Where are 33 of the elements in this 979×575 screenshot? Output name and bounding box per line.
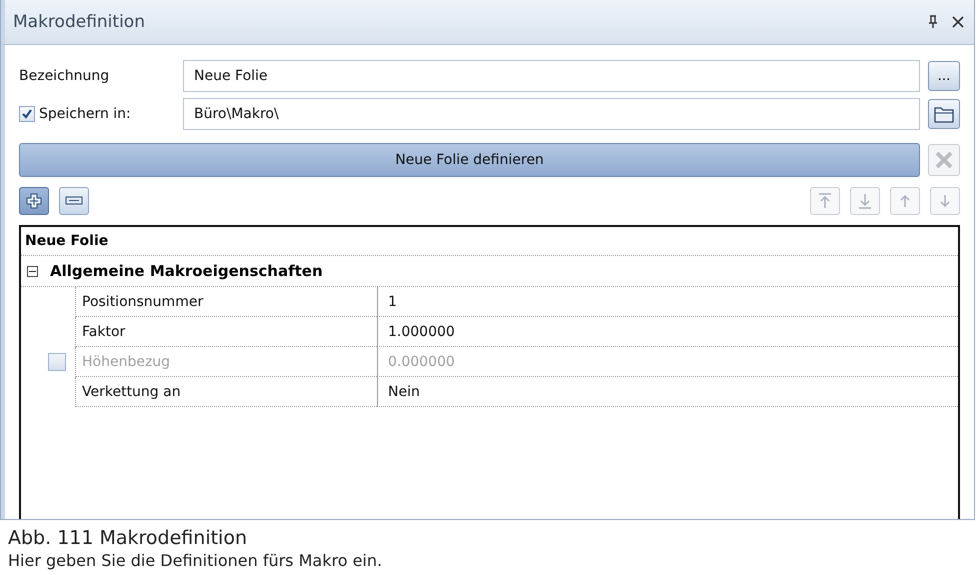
property-value[interactable]: 1.000000 (377, 317, 958, 347)
folder-button[interactable] (928, 99, 960, 129)
caption-text: Hier geben Sie die Definitionen fürs Makro ein. (8, 550, 384, 572)
input-field[interactable]: Neue Folie (183, 60, 920, 92)
checkbox[interactable] (19, 106, 35, 122)
property-name: Höhenbezug (75, 347, 377, 377)
input-field[interactable]: Büro\Makro\ (183, 98, 920, 130)
property-name: Positionsnummer (75, 287, 377, 317)
panel-title: Makrodefinition (13, 12, 145, 32)
arrow-up-icon (899, 194, 911, 208)
define-button[interactable]: Neue Folie definieren (19, 143, 920, 177)
remove-icon (65, 195, 83, 207)
collapse-toggle[interactable] (27, 266, 38, 276)
property-value[interactable]: 1 (377, 287, 958, 317)
figure-caption: Abb. 111 Makrodefinition (8, 526, 248, 550)
add-button[interactable] (19, 187, 49, 215)
folder-icon (934, 105, 954, 123)
property-value[interactable]: Nein (377, 377, 958, 407)
grid-title: Neue Folie (21, 227, 958, 256)
remove-button[interactable] (59, 187, 89, 215)
move-bottom-icon (858, 193, 872, 209)
property-name: Faktor (75, 317, 377, 347)
close-icon[interactable] (952, 16, 964, 28)
field-label: Bezeichnung (19, 68, 110, 84)
arrow-down-icon (939, 194, 951, 208)
category-label: Allgemeine Makroeigenschaften (50, 262, 323, 280)
property-name: Verkettung an (75, 377, 377, 407)
add-icon (25, 192, 43, 210)
move-top-icon (818, 193, 832, 209)
delete-icon (934, 150, 954, 170)
pin-icon[interactable] (928, 15, 938, 29)
field-label: Speichern in: (39, 106, 131, 122)
browse-button[interactable]: … (928, 61, 960, 91)
